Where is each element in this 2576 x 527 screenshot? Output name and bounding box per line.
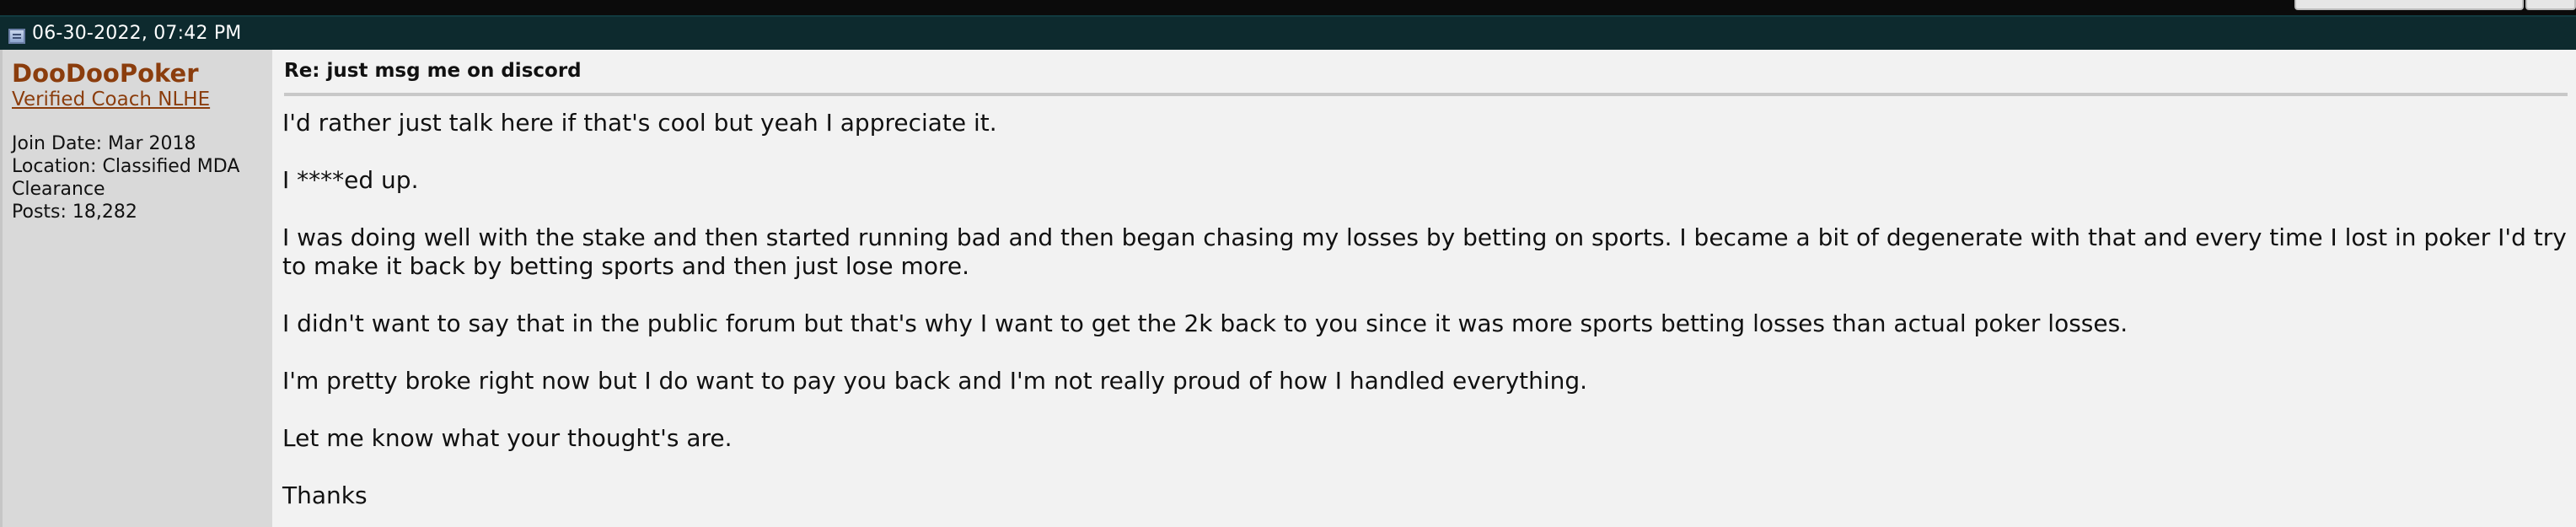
post-header: 06-30-2022, 07:42 PM [0, 15, 2576, 50]
message-paragraph: I didn't want to say that in the public … [282, 309, 2128, 337]
username-link[interactable]: DooDooPoker [12, 59, 199, 88]
message-text: I'd rather just talk here if that's cool… [282, 109, 2568, 510]
top-control-button-small[interactable] [2525, 0, 2576, 10]
top-control-button[interactable] [2294, 0, 2524, 10]
post-icon [8, 28, 25, 44]
message-title: Re: just msg me on discord [284, 59, 2568, 96]
post-body: DooDooPoker Verified Coach NLHE Join Dat… [0, 50, 2576, 527]
message-paragraph: I'd rather just talk here if that's cool… [282, 109, 997, 137]
user-title-link[interactable]: Verified Coach NLHE [12, 88, 272, 111]
message-paragraph: Thanks [282, 481, 368, 509]
message-paragraph: I'm pretty broke right now but I do want… [282, 367, 1588, 395]
join-date: Join Date: Mar 2018 [12, 133, 196, 154]
post-date: 06-30-2022, 07:42 PM [32, 23, 242, 44]
user-info-column: DooDooPoker Verified Coach NLHE Join Dat… [0, 50, 272, 527]
top-toolbar-strip [0, 0, 2576, 15]
message-paragraph: Let me know what your thought's are. [282, 424, 733, 452]
user-details: Join Date: Mar 2018 Location: Classified… [12, 132, 265, 223]
location: Location: Classified MDA Clearance [12, 156, 240, 200]
post-count: Posts: 18,282 [12, 202, 137, 223]
message-paragraph: I ****ed up. [282, 166, 419, 194]
message-paragraph: I was doing well with the stake and then… [282, 223, 2567, 280]
message-column: Re: just msg me on discord I'd rather ju… [272, 50, 2576, 527]
